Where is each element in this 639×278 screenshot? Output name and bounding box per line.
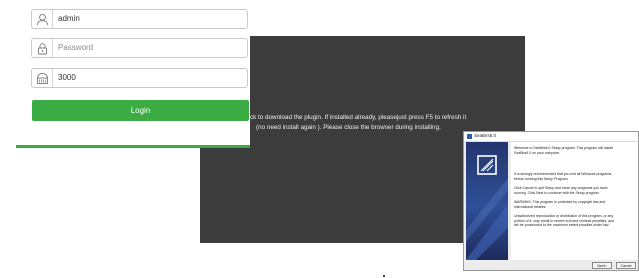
username-input[interactable] <box>58 10 238 28</box>
app-icon <box>467 134 472 139</box>
setup-welcome-text: Welcome to SeaBirs6.0 Setup program. Thi… <box>514 146 613 155</box>
setup-dialog: SeaBirs6.0 Welcome to SeaBirs6.0 Setup p… <box>463 131 639 271</box>
lock-icon <box>32 39 53 57</box>
port-input[interactable] <box>58 69 238 87</box>
login-card: Login <box>16 0 250 148</box>
password-input[interactable] <box>58 39 238 57</box>
login-button[interactable]: Login <box>32 100 249 121</box>
setup-warning-text: WARNING: This program is protected by co… <box>514 200 606 209</box>
installer-banner <box>466 142 508 260</box>
port-icon <box>32 69 53 87</box>
password-field[interactable] <box>31 38 248 58</box>
user-icon <box>32 10 53 28</box>
installer-logo-icon <box>466 155 508 260</box>
login-card-accent-bar <box>16 145 250 148</box>
next-button[interactable]: Next> <box>592 262 612 269</box>
cancel-button[interactable]: Cancel <box>616 262 636 269</box>
setup-content: Welcome to SeaBirs6.0 Setup program. Thi… <box>511 142 638 260</box>
cursor-marker <box>383 275 385 277</box>
port-field[interactable] <box>31 68 248 88</box>
plugin-notice-line1[interactable]: ck to download the plugin. If installed … <box>250 113 522 123</box>
setup-legal-text: Unauthorized reproduction or distributio… <box>514 214 614 227</box>
plugin-download-notice: ck to download the plugin. If installed … <box>250 113 522 133</box>
setup-title-bar[interactable]: SeaBirs6.0 <box>464 132 638 142</box>
setup-title: SeaBirs6.0 <box>474 133 497 138</box>
username-field[interactable] <box>31 9 248 29</box>
setup-recommend-text: It is strongly recommended that you exit… <box>514 172 612 181</box>
setup-footer: Next> Cancel <box>464 260 638 270</box>
setup-instructions-text: Click Cancel to quit Setup and close any… <box>514 186 608 195</box>
